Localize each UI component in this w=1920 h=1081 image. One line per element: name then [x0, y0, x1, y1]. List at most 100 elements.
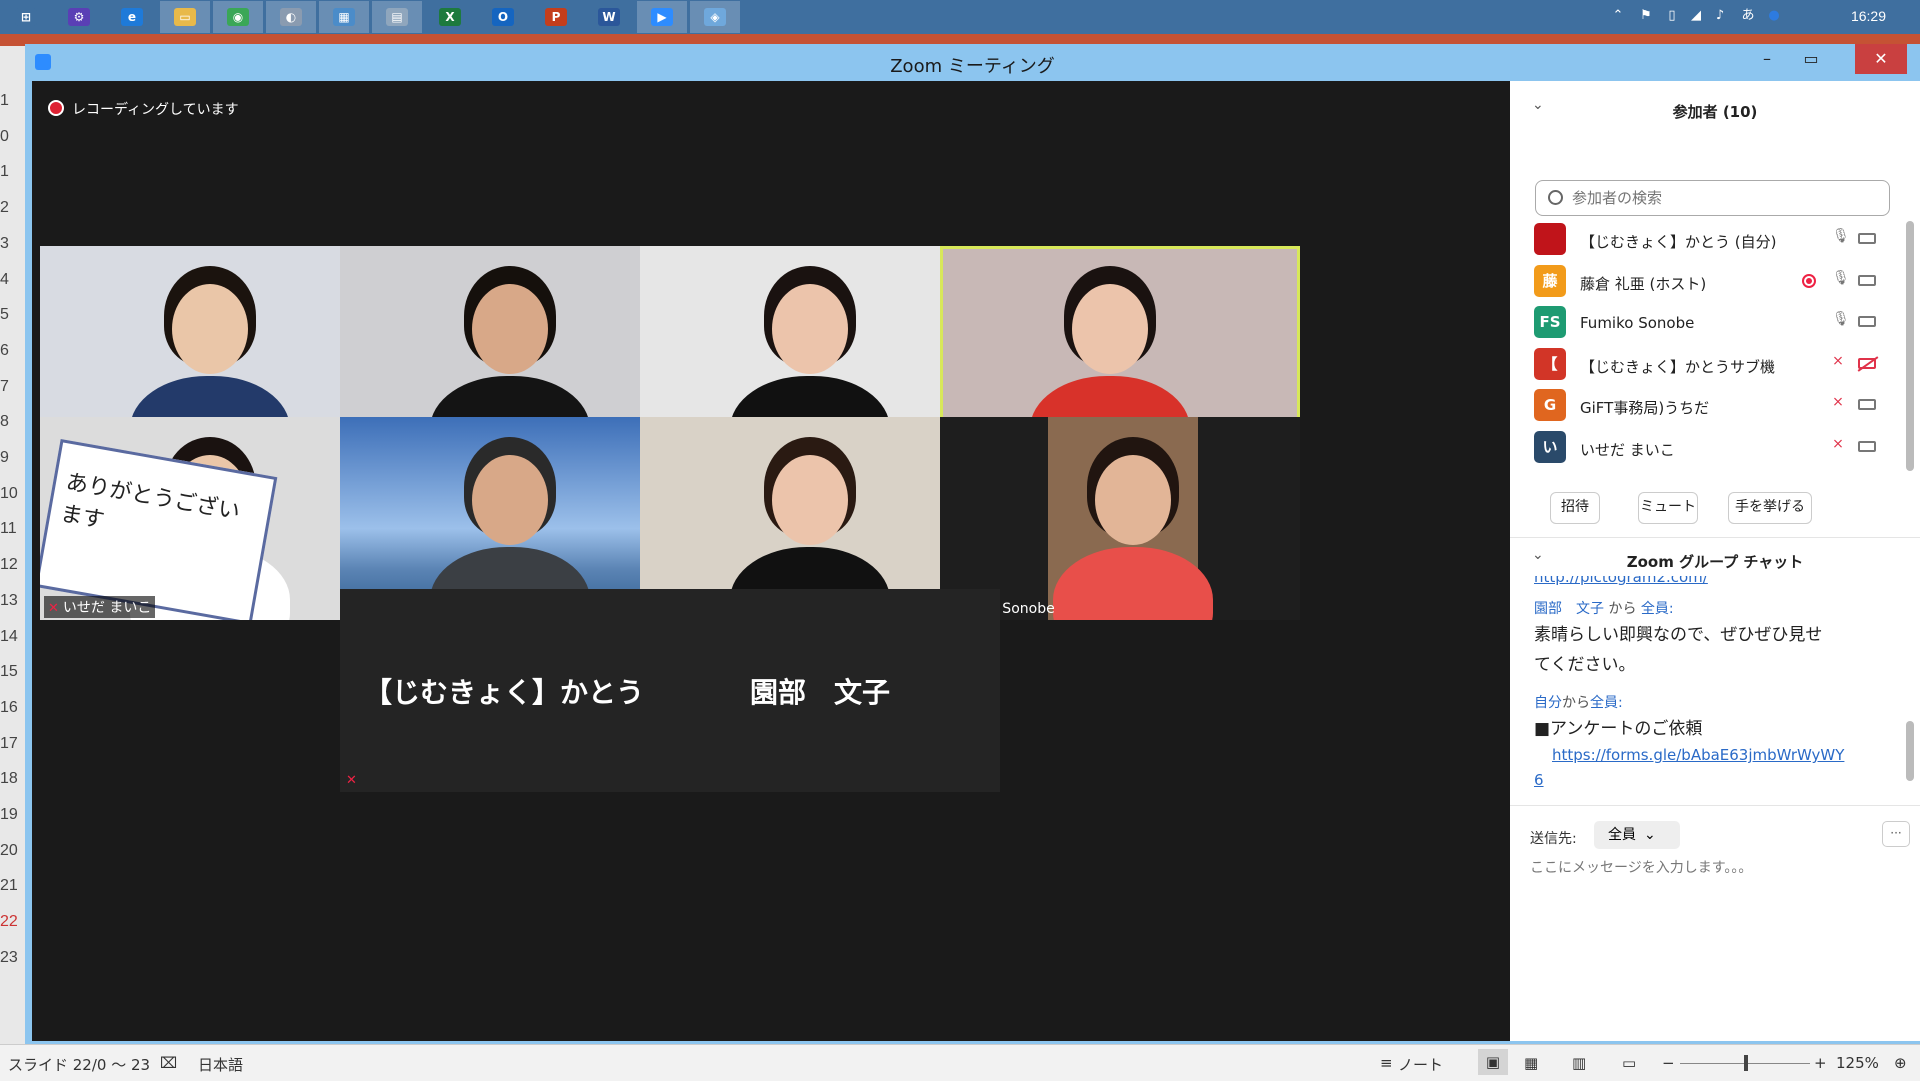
ime-indicator[interactable]: あ	[1740, 8, 1756, 24]
camera-icon[interactable]	[1858, 274, 1876, 286]
send-to-dropdown[interactable]: 全員 ⌄	[1594, 821, 1680, 849]
panel-divider	[1510, 537, 1920, 538]
mute-all-button[interactable]: ミュート	[1638, 492, 1698, 524]
chat-messages: http://pictogram2.com/ 園部 文子 から 全員: 素晴らし…	[1510, 576, 1920, 796]
invite-button[interactable]: 招待	[1550, 492, 1600, 524]
chat-link[interactable]: https://forms.gle/bAbaE63jmbWrWyWY	[1552, 746, 1844, 764]
raise-hand-button[interactable]: 手を挙げる	[1728, 492, 1812, 524]
person-face	[772, 455, 848, 545]
taskbar-app-start[interactable]: ⊞	[1, 1, 51, 33]
participant-avatar	[1534, 223, 1566, 255]
slide-row-number: 23	[0, 948, 18, 966]
start-icon: ⊞	[15, 8, 37, 26]
camera-icon[interactable]	[1858, 316, 1876, 328]
participant-list-name: 【じむきょく】かとう (自分)	[1580, 233, 1777, 251]
chat-message-text: 素晴らしい即興なので、ぜひぜひ見せ	[1534, 625, 1823, 645]
flag-icon[interactable]: ⚑	[1638, 8, 1654, 24]
maximize-button[interactable]: ▭	[1789, 44, 1833, 74]
chat-scrollbar[interactable]	[1906, 721, 1914, 781]
normal-view-icon[interactable]: ▣	[1478, 1049, 1508, 1075]
taskbar-app-ie[interactable]: e	[107, 1, 157, 33]
camera-icon[interactable]	[1858, 399, 1876, 411]
slide-row-number: 13	[0, 591, 18, 609]
slideshow-icon[interactable]: ▭	[1622, 1054, 1636, 1072]
more-options-button[interactable]: ···	[1882, 821, 1910, 847]
participant-list-name: 藤倉 礼亜 (ホスト)	[1580, 274, 1707, 293]
wifi-icon[interactable]: ◢	[1688, 8, 1704, 24]
slide-row-number: 8	[0, 413, 9, 431]
language-indicator[interactable]: 日本語	[198, 1054, 243, 1075]
taskbar-app-app14[interactable]: ◈	[690, 1, 740, 33]
mic-muted-icon[interactable]: ⨯	[1832, 353, 1844, 371]
search-icon	[1548, 190, 1563, 205]
mic-icon[interactable]: 🎙︎	[1832, 311, 1850, 329]
chat-link[interactable]: http://pictogram2.com/	[1534, 576, 1708, 586]
clock[interactable]: 16:29	[1851, 8, 1886, 24]
mic-muted-icon[interactable]: ⨯	[1832, 394, 1844, 412]
person-face	[472, 455, 548, 545]
person-face	[772, 284, 848, 374]
slide-row-number: 16	[0, 698, 18, 716]
mic-icon[interactable]: 🎙︎	[1832, 228, 1850, 246]
slide-row-number: 5	[0, 306, 9, 324]
zoom-slider-thumb[interactable]	[1744, 1055, 1748, 1071]
participant-avatar: 藤	[1534, 264, 1566, 297]
slide-number-rail: 1 0 1 2 3 4 5 6 7 8 9 10 11 12 13 14 15 16 17 18 19 20 21 22 23	[0, 46, 25, 1046]
proofing-icon[interactable]: ⌧	[160, 1054, 177, 1072]
explorer-icon: ▭	[174, 8, 196, 26]
taskbar-app-settings[interactable]: ⚙	[54, 1, 104, 33]
chat-message-text: ■アンケートのご依頼	[1534, 719, 1703, 739]
taskbar-app-word[interactable]: W	[584, 1, 634, 33]
minimize-button[interactable]: –	[1745, 44, 1789, 74]
zoom-out-button[interactable]: −	[1662, 1054, 1675, 1072]
ppt-status-bar: スライド 22/0 〜 23 ⌧ 日本語 ≡ ノート ▣ ▦ ▥ ▭ − + 1…	[0, 1044, 1920, 1081]
close-button[interactable]: ✕	[1855, 44, 1907, 74]
notes-icon[interactable]: ≡	[1380, 1054, 1393, 1072]
participant-list-name: 【じむきょく】かとうサブ機	[1580, 357, 1776, 376]
taskbar-app-app7[interactable]: ▤	[372, 1, 422, 33]
app14-icon: ◈	[704, 8, 726, 26]
taskbar-app-powerpoint[interactable]: P	[531, 1, 581, 33]
taskbar-app-excel[interactable]: X	[425, 1, 475, 33]
chat-sender: 園部 文子 から 全員:	[1534, 601, 1674, 617]
onedrive-icon[interactable]: ●	[1766, 8, 1782, 24]
slide-row-number: 11	[0, 520, 17, 538]
speaker-icon[interactable]: ♪	[1712, 8, 1728, 24]
recording-label: レコーディングしています	[72, 102, 239, 118]
reading-view-icon[interactable]: ▥	[1572, 1054, 1586, 1072]
zoom-in-button[interactable]: +	[1814, 1054, 1827, 1072]
title-bar[interactable]: Zoom ミーティング – ▭ ✕	[25, 44, 1920, 80]
participant-search[interactable]	[1535, 180, 1890, 216]
mic-icon[interactable]: 🎙︎	[1832, 270, 1850, 288]
battery-icon[interactable]: ▯	[1664, 8, 1680, 24]
video-tile-no-camera[interactable]: 園部 文子	[640, 589, 1000, 792]
participant-avatar: 【	[1534, 347, 1566, 380]
chat-input[interactable]: ここにメッセージを入力します。。。	[1530, 857, 1752, 877]
taskbar-app-zoom[interactable]: ▶	[637, 1, 687, 33]
camera-icon[interactable]	[1858, 441, 1876, 452]
participant-name-label: ✕ いせだ まいこ	[44, 596, 156, 618]
app5-icon: ◐	[280, 8, 302, 26]
chat-link[interactable]: 6	[1534, 771, 1544, 789]
slide-row-number: 9	[0, 449, 9, 466]
zoom-level[interactable]: 125%	[1836, 1054, 1879, 1072]
camera-off-icon[interactable]	[1858, 357, 1876, 369]
participant-scrollbar[interactable]	[1906, 221, 1914, 471]
participant-row[interactable]: いいせだ まいこ ⨯	[1510, 426, 1905, 476]
participant-search-input[interactable]	[1570, 188, 1874, 208]
notes-button[interactable]: ノート	[1398, 1054, 1443, 1075]
taskbar-app-outlook[interactable]: O	[478, 1, 528, 33]
mic-muted-icon[interactable]: ⨯	[1832, 436, 1844, 454]
slide-row-number: 1	[0, 92, 9, 109]
chevron-up-icon[interactable]: ⌃	[1610, 8, 1626, 24]
send-to-label: 送信先:	[1530, 831, 1577, 847]
taskbar-app-app5[interactable]: ◐	[266, 1, 316, 33]
taskbar-app-app6[interactable]: ▦	[319, 1, 369, 33]
taskbar-app-chrome[interactable]: ◉	[213, 1, 263, 33]
slide-sorter-icon[interactable]: ▦	[1524, 1054, 1538, 1072]
taskbar-app-explorer[interactable]: ▭	[160, 1, 210, 33]
participant-avatar: FS	[1534, 306, 1566, 339]
fit-slide-icon[interactable]: ⊕	[1894, 1054, 1907, 1072]
camera-icon[interactable]	[1858, 233, 1876, 244]
slide-row-number: 2	[0, 199, 9, 217]
